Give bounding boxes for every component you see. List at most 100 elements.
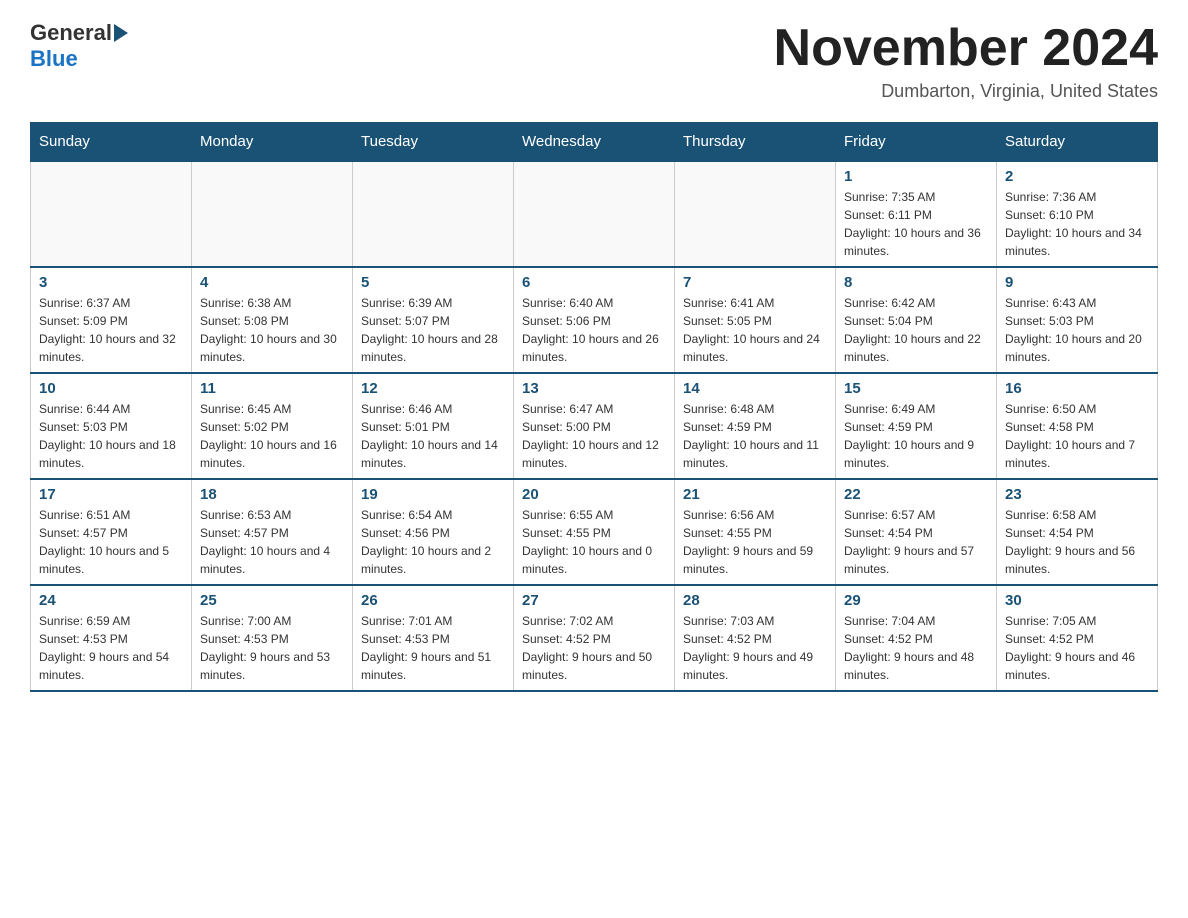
logo-general-text: General (30, 20, 112, 46)
calendar-cell: 17Sunrise: 6:51 AM Sunset: 4:57 PM Dayli… (31, 479, 192, 585)
day-number: 20 (522, 486, 666, 503)
day-number: 15 (844, 380, 988, 397)
calendar-cell: 6Sunrise: 6:40 AM Sunset: 5:06 PM Daylig… (514, 267, 675, 373)
calendar-cell: 19Sunrise: 6:54 AM Sunset: 4:56 PM Dayli… (353, 479, 514, 585)
calendar-cell (192, 161, 353, 267)
calendar-cell: 22Sunrise: 6:57 AM Sunset: 4:54 PM Dayli… (836, 479, 997, 585)
day-info: Sunrise: 6:37 AM Sunset: 5:09 PM Dayligh… (39, 294, 183, 366)
day-number: 8 (844, 274, 988, 291)
logo-flag-icon (114, 24, 128, 42)
calendar-cell: 20 Sunrise: 6:55 AM Sunset: 4:55 PM Dayli… (514, 479, 675, 585)
calendar-cell: 29Sunrise: 7:04 AM Sunset: 4:52 PM Dayli… (836, 585, 997, 691)
weekday-header-friday: Friday (836, 123, 997, 162)
day-number: 6 (522, 274, 666, 291)
calendar-cell: 30 Sunrise: 7:05 AM Sunset: 4:52 PM Dayli… (997, 585, 1158, 691)
calendar-header-row: SundayMondayTuesdayWednesdayThursdayFrid… (31, 123, 1158, 162)
day-number: 9 (1005, 274, 1149, 291)
calendar-cell: 15 Sunrise: 6:49 AM Sunset: 4:59 PM Dayli… (836, 373, 997, 479)
day-number: 16 (1005, 380, 1149, 397)
day-number: 12 (361, 380, 505, 397)
calendar-cell: 14 Sunrise: 6:48 AM Sunset: 4:59 PM Dayli… (675, 373, 836, 479)
calendar-cell: 23 Sunrise: 6:58 AM Sunset: 4:54 PM Dayli… (997, 479, 1158, 585)
day-info: Sunrise: 6:42 AM Sunset: 5:04 PM Dayligh… (844, 294, 988, 366)
calendar-cell: 2 Sunrise: 7:36 AM Sunset: 6:10 PM Daylig… (997, 161, 1158, 267)
day-info: Sunrise: 7:02 AM Sunset: 4:52 PM Dayligh… (522, 612, 666, 684)
calendar-cell (514, 161, 675, 267)
day-number: 14 (683, 380, 827, 397)
day-number: 26 (361, 592, 505, 609)
day-number: 2 (1005, 168, 1149, 185)
calendar-cell: 24 Sunrise: 6:59 AM Sunset: 4:53 PM Dayli… (31, 585, 192, 691)
day-info: Sunrise: 7:05 AM Sunset: 4:52 PM Dayligh… (1005, 612, 1149, 684)
location-text: Dumbarton, Virginia, United States (774, 81, 1158, 102)
day-info: Sunrise: 6:39 AM Sunset: 5:07 PM Dayligh… (361, 294, 505, 366)
day-number: 30 (1005, 592, 1149, 609)
day-number: 29 (844, 592, 988, 609)
logo-blue-text: Blue (30, 46, 78, 72)
calendar-week-row: 17Sunrise: 6:51 AM Sunset: 4:57 PM Dayli… (31, 479, 1158, 585)
day-number: 11 (200, 380, 344, 397)
page-header: General Blue November 2024 Dumbarton, Vi… (30, 20, 1158, 102)
day-info: Sunrise: 6:38 AM Sunset: 5:08 PM Dayligh… (200, 294, 344, 366)
calendar-week-row: 3 Sunrise: 6:37 AM Sunset: 5:09 PM Daylig… (31, 267, 1158, 373)
day-info: Sunrise: 6:51 AM Sunset: 4:57 PM Dayligh… (39, 506, 183, 578)
logo: General Blue (30, 20, 130, 72)
calendar-cell: 26 Sunrise: 7:01 AM Sunset: 4:53 PM Dayli… (353, 585, 514, 691)
day-info: Sunrise: 6:50 AM Sunset: 4:58 PM Dayligh… (1005, 400, 1149, 472)
day-number: 27 (522, 592, 666, 609)
day-info: Sunrise: 6:41 AM Sunset: 5:05 PM Dayligh… (683, 294, 827, 366)
day-info: Sunrise: 6:53 AM Sunset: 4:57 PM Dayligh… (200, 506, 344, 578)
day-number: 23 (1005, 486, 1149, 503)
calendar-cell: 25 Sunrise: 7:00 AM Sunset: 4:53 PM Dayli… (192, 585, 353, 691)
day-number: 4 (200, 274, 344, 291)
day-info: Sunrise: 7:00 AM Sunset: 4:53 PM Dayligh… (200, 612, 344, 684)
day-number: 13 (522, 380, 666, 397)
month-title: November 2024 (774, 20, 1158, 77)
weekday-header-thursday: Thursday (675, 123, 836, 162)
day-info: Sunrise: 6:55 AM Sunset: 4:55 PM Dayligh… (522, 506, 666, 578)
day-number: 28 (683, 592, 827, 609)
day-info: Sunrise: 6:44 AM Sunset: 5:03 PM Dayligh… (39, 400, 183, 472)
day-number: 10 (39, 380, 183, 397)
calendar-cell: 12 Sunrise: 6:46 AM Sunset: 5:01 PM Dayli… (353, 373, 514, 479)
day-number: 5 (361, 274, 505, 291)
calendar-cell: 9Sunrise: 6:43 AM Sunset: 5:03 PM Daylig… (997, 267, 1158, 373)
day-number: 1 (844, 168, 988, 185)
day-info: Sunrise: 7:03 AM Sunset: 4:52 PM Dayligh… (683, 612, 827, 684)
calendar-cell: 10 Sunrise: 6:44 AM Sunset: 5:03 PM Dayli… (31, 373, 192, 479)
calendar-week-row: 24 Sunrise: 6:59 AM Sunset: 4:53 PM Dayli… (31, 585, 1158, 691)
day-number: 3 (39, 274, 183, 291)
day-info: Sunrise: 7:01 AM Sunset: 4:53 PM Dayligh… (361, 612, 505, 684)
weekday-header-tuesday: Tuesday (353, 123, 514, 162)
day-number: 18 (200, 486, 344, 503)
calendar-table: SundayMondayTuesdayWednesdayThursdayFrid… (30, 122, 1158, 692)
calendar-cell: 13 Sunrise: 6:47 AM Sunset: 5:00 PM Dayli… (514, 373, 675, 479)
day-number: 25 (200, 592, 344, 609)
day-info: Sunrise: 6:49 AM Sunset: 4:59 PM Dayligh… (844, 400, 988, 472)
calendar-cell: 3 Sunrise: 6:37 AM Sunset: 5:09 PM Daylig… (31, 267, 192, 373)
calendar-cell: 27 Sunrise: 7:02 AM Sunset: 4:52 PM Dayli… (514, 585, 675, 691)
calendar-cell (353, 161, 514, 267)
calendar-cell (31, 161, 192, 267)
calendar-cell: 5 Sunrise: 6:39 AM Sunset: 5:07 PM Daylig… (353, 267, 514, 373)
calendar-cell: 1Sunrise: 7:35 AM Sunset: 6:11 PM Daylig… (836, 161, 997, 267)
calendar-cell: 7 Sunrise: 6:41 AM Sunset: 5:05 PM Daylig… (675, 267, 836, 373)
calendar-cell: 16 Sunrise: 6:50 AM Sunset: 4:58 PM Dayli… (997, 373, 1158, 479)
day-info: Sunrise: 6:56 AM Sunset: 4:55 PM Dayligh… (683, 506, 827, 578)
day-number: 24 (39, 592, 183, 609)
day-info: Sunrise: 6:47 AM Sunset: 5:00 PM Dayligh… (522, 400, 666, 472)
day-info: Sunrise: 6:46 AM Sunset: 5:01 PM Dayligh… (361, 400, 505, 472)
calendar-cell: 21Sunrise: 6:56 AM Sunset: 4:55 PM Dayli… (675, 479, 836, 585)
day-number: 7 (683, 274, 827, 291)
day-info: Sunrise: 6:59 AM Sunset: 4:53 PM Dayligh… (39, 612, 183, 684)
weekday-header-wednesday: Wednesday (514, 123, 675, 162)
calendar-cell: 28 Sunrise: 7:03 AM Sunset: 4:52 PM Dayli… (675, 585, 836, 691)
day-number: 19 (361, 486, 505, 503)
day-info: Sunrise: 6:45 AM Sunset: 5:02 PM Dayligh… (200, 400, 344, 472)
weekday-header-sunday: Sunday (31, 123, 192, 162)
day-info: Sunrise: 6:48 AM Sunset: 4:59 PM Dayligh… (683, 400, 827, 472)
calendar-week-row: 1Sunrise: 7:35 AM Sunset: 6:11 PM Daylig… (31, 161, 1158, 267)
calendar-cell: 11 Sunrise: 6:45 AM Sunset: 5:02 PM Dayli… (192, 373, 353, 479)
day-info: Sunrise: 7:36 AM Sunset: 6:10 PM Dayligh… (1005, 188, 1149, 260)
day-info: Sunrise: 6:58 AM Sunset: 4:54 PM Dayligh… (1005, 506, 1149, 578)
